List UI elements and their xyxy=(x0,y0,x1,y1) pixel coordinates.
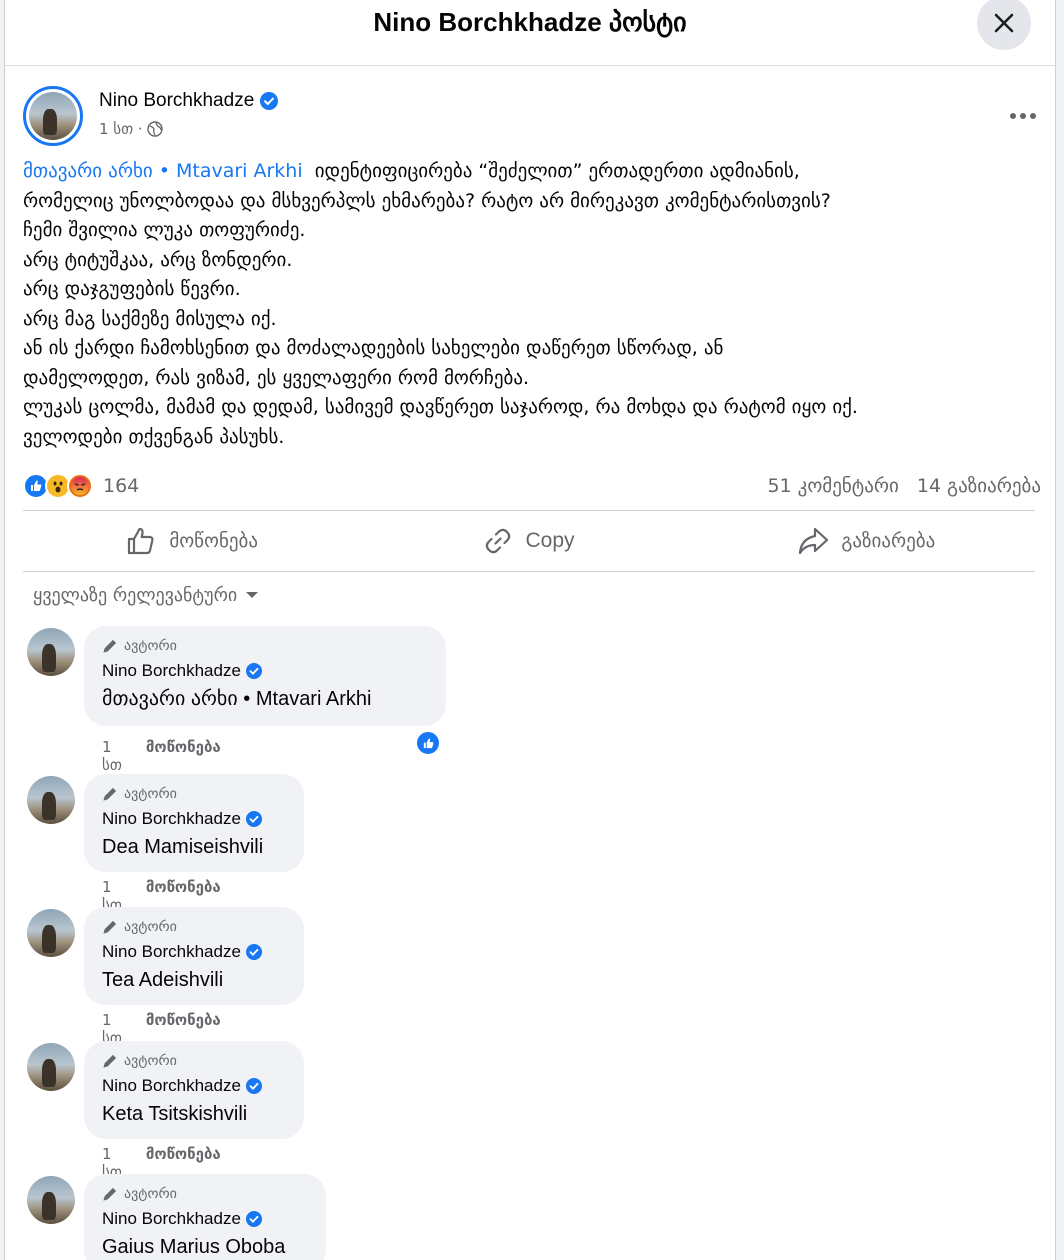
post-text-line: ველოდები თქვენგან პასუხს. xyxy=(23,425,285,448)
engagement-counts: 51 კომენტარი 14 გაზიარება xyxy=(767,475,1041,497)
post-actions: მოწონება Copy გაზიარება xyxy=(23,512,1035,570)
thumbs-up-icon xyxy=(128,527,154,555)
post-header: Nino Borchkhadze 1 სთ · xyxy=(23,86,1043,148)
commenter-avatar[interactable] xyxy=(27,776,75,824)
like-button-label: მოწონება xyxy=(169,530,259,552)
comment-text: მთავარი არხი • Mtavari Arkhi xyxy=(102,688,372,710)
author-badge-label: ავტორი xyxy=(124,1053,177,1069)
share-arrow-icon xyxy=(799,527,829,555)
comments-count[interactable]: 51 კომენტარი xyxy=(767,475,898,497)
caret-down-icon xyxy=(246,592,259,598)
verified-badge-icon xyxy=(260,92,279,110)
post-text-line: არც ტიტუშკაა, არც ზონდერი. xyxy=(23,248,293,271)
pencil-icon xyxy=(103,920,117,934)
author-badge-label: ავტორი xyxy=(124,1186,177,1202)
comment-like-button[interactable]: მოწონება xyxy=(146,738,221,774)
comment-bubble: ავტორი Nino Borchkhadze Dea Mamiseishvil… xyxy=(84,774,304,872)
commenter-name[interactable]: Nino Borchkhadze xyxy=(102,660,428,682)
comment-bubble: ავტორი Nino Borchkhadze Keta Tsitskishvi… xyxy=(84,1041,304,1139)
reactions-summary: 164 51 კომენტარი 14 გაზიარება xyxy=(23,468,1041,504)
author-name[interactable]: Nino Borchkhadze xyxy=(99,90,279,112)
post-text: მთავარი არხი • Mtavari Arkhi იდენტიფიცირ… xyxy=(23,157,1047,452)
reaction-count[interactable]: 164 xyxy=(103,475,139,497)
dialog-header: Nino Borchkhadze პოსტი xyxy=(5,0,1055,66)
sort-label: ყველაზე რელევანტური xyxy=(33,584,238,606)
globe-icon xyxy=(147,121,163,137)
comment-text: Dea Mamiseishvili xyxy=(102,836,264,858)
post-text-line: მთავარი არხი • Mtavari Arkhi იდენტიფიცირ… xyxy=(23,160,800,182)
author-badge: ავტორი xyxy=(102,917,286,937)
comment-text: Keta Tsitskishvili xyxy=(102,1103,248,1125)
commenter-avatar[interactable] xyxy=(27,1176,75,1224)
post-text-line: ჩემი შვილია ლუკა თოფურიძე. xyxy=(23,219,306,241)
commenter-name[interactable]: Nino Borchkhadze xyxy=(102,1075,286,1097)
more-dots-icon xyxy=(1010,113,1036,119)
pencil-icon xyxy=(103,787,117,801)
post-text-line: ლუკას ცოლმა, მამამ და დედამ, სამივემ დავ… xyxy=(23,396,858,418)
commenter-name[interactable]: Nino Borchkhadze xyxy=(102,808,286,830)
mentioned-page-link[interactable]: მთავარი არხი • Mtavari Arkhi xyxy=(23,160,303,182)
author-name-text[interactable]: Nino Borchkhadze xyxy=(99,90,254,112)
comment-text: Tea Adeishvili xyxy=(102,969,224,991)
verified-badge-icon xyxy=(245,663,262,679)
comment-text: Gaius Marius Oboba xyxy=(102,1236,286,1258)
shares-count[interactable]: 14 გაზიარება xyxy=(917,475,1041,497)
verified-badge-icon xyxy=(245,1078,262,1094)
comment-like-reaction-icon[interactable] xyxy=(415,730,441,756)
post-text-line: დამელოდეთ, რას ვიზამ, ეს ყველაფერი რომ მ… xyxy=(23,366,530,389)
author-avatar[interactable] xyxy=(23,86,83,146)
author-badge-label: ავტორი xyxy=(124,638,177,654)
verified-badge-icon xyxy=(245,1211,262,1227)
comment-time[interactable]: 1 სთ xyxy=(102,738,122,774)
comment-bubble: ავტორი Nino Borchkhadze Gaius Marius Obo… xyxy=(84,1174,326,1260)
author-badge: ავტორი xyxy=(102,1184,308,1204)
post-text-line: ან ის ქარდი ჩამოხსენით და მოძალადეების ს… xyxy=(23,337,724,359)
author-badge: ავტორი xyxy=(102,636,428,656)
verified-badge-icon xyxy=(245,944,262,960)
comment-sort-dropdown[interactable]: ყველაზე რელევანტური xyxy=(33,580,259,610)
commenter-avatar[interactable] xyxy=(27,1043,75,1091)
link-icon xyxy=(486,528,511,554)
commenter-avatar[interactable] xyxy=(27,628,75,676)
commenter-avatar[interactable] xyxy=(27,909,75,957)
avatar-image xyxy=(29,92,77,140)
more-options-button[interactable] xyxy=(1005,98,1041,134)
copy-button-label: Copy xyxy=(525,529,575,552)
comment-bubble: ავტორი Nino Borchkhadze მთავარი არხი • M… xyxy=(84,626,446,726)
share-button-label: გაზიარება xyxy=(841,530,936,552)
post-text-line: რომელიც უნოლბოდაა და მსხვერპლს ეხმარება?… xyxy=(23,189,831,212)
author-badge-label: ავტორი xyxy=(124,919,177,935)
author-badge-label: ავტორი xyxy=(124,786,177,802)
post-time[interactable]: 1 სთ · xyxy=(99,120,143,138)
post-text-line: არც მაგ საქმეზე მისულა იქ. xyxy=(23,307,277,330)
verified-badge-icon xyxy=(245,811,262,827)
pencil-icon xyxy=(103,1187,117,1201)
divider xyxy=(23,571,1035,572)
post-dialog: Nino Borchkhadze პოსტი Nino Borchkhadze … xyxy=(4,0,1056,1260)
author-badge: ავტორი xyxy=(102,784,286,804)
share-button[interactable]: გაზიარება xyxy=(698,512,1035,570)
comment-actions: 1 სთ მოწონება xyxy=(102,738,221,774)
post-meta: 1 სთ · xyxy=(99,120,163,138)
dialog-title: Nino Borchkhadze პოსტი xyxy=(373,7,687,37)
copy-button[interactable]: Copy xyxy=(360,512,697,570)
comment-bubble: ავტორი Nino Borchkhadze Tea Adeishvili xyxy=(84,907,304,1005)
post-text-line: არც დაჯგუფების წევრი. xyxy=(23,278,241,300)
angry-reaction-icon xyxy=(67,473,93,499)
commenter-name[interactable]: Nino Borchkhadze xyxy=(102,941,286,963)
commenter-name[interactable]: Nino Borchkhadze xyxy=(102,1208,308,1230)
author-badge: ავტორი xyxy=(102,1051,286,1071)
divider xyxy=(23,510,1035,511)
pencil-icon xyxy=(103,1054,117,1068)
pencil-icon xyxy=(103,639,117,653)
reaction-icons[interactable] xyxy=(23,473,93,499)
close-icon xyxy=(994,13,1014,33)
like-button[interactable]: მოწონება xyxy=(23,512,360,570)
close-button[interactable] xyxy=(977,0,1031,50)
